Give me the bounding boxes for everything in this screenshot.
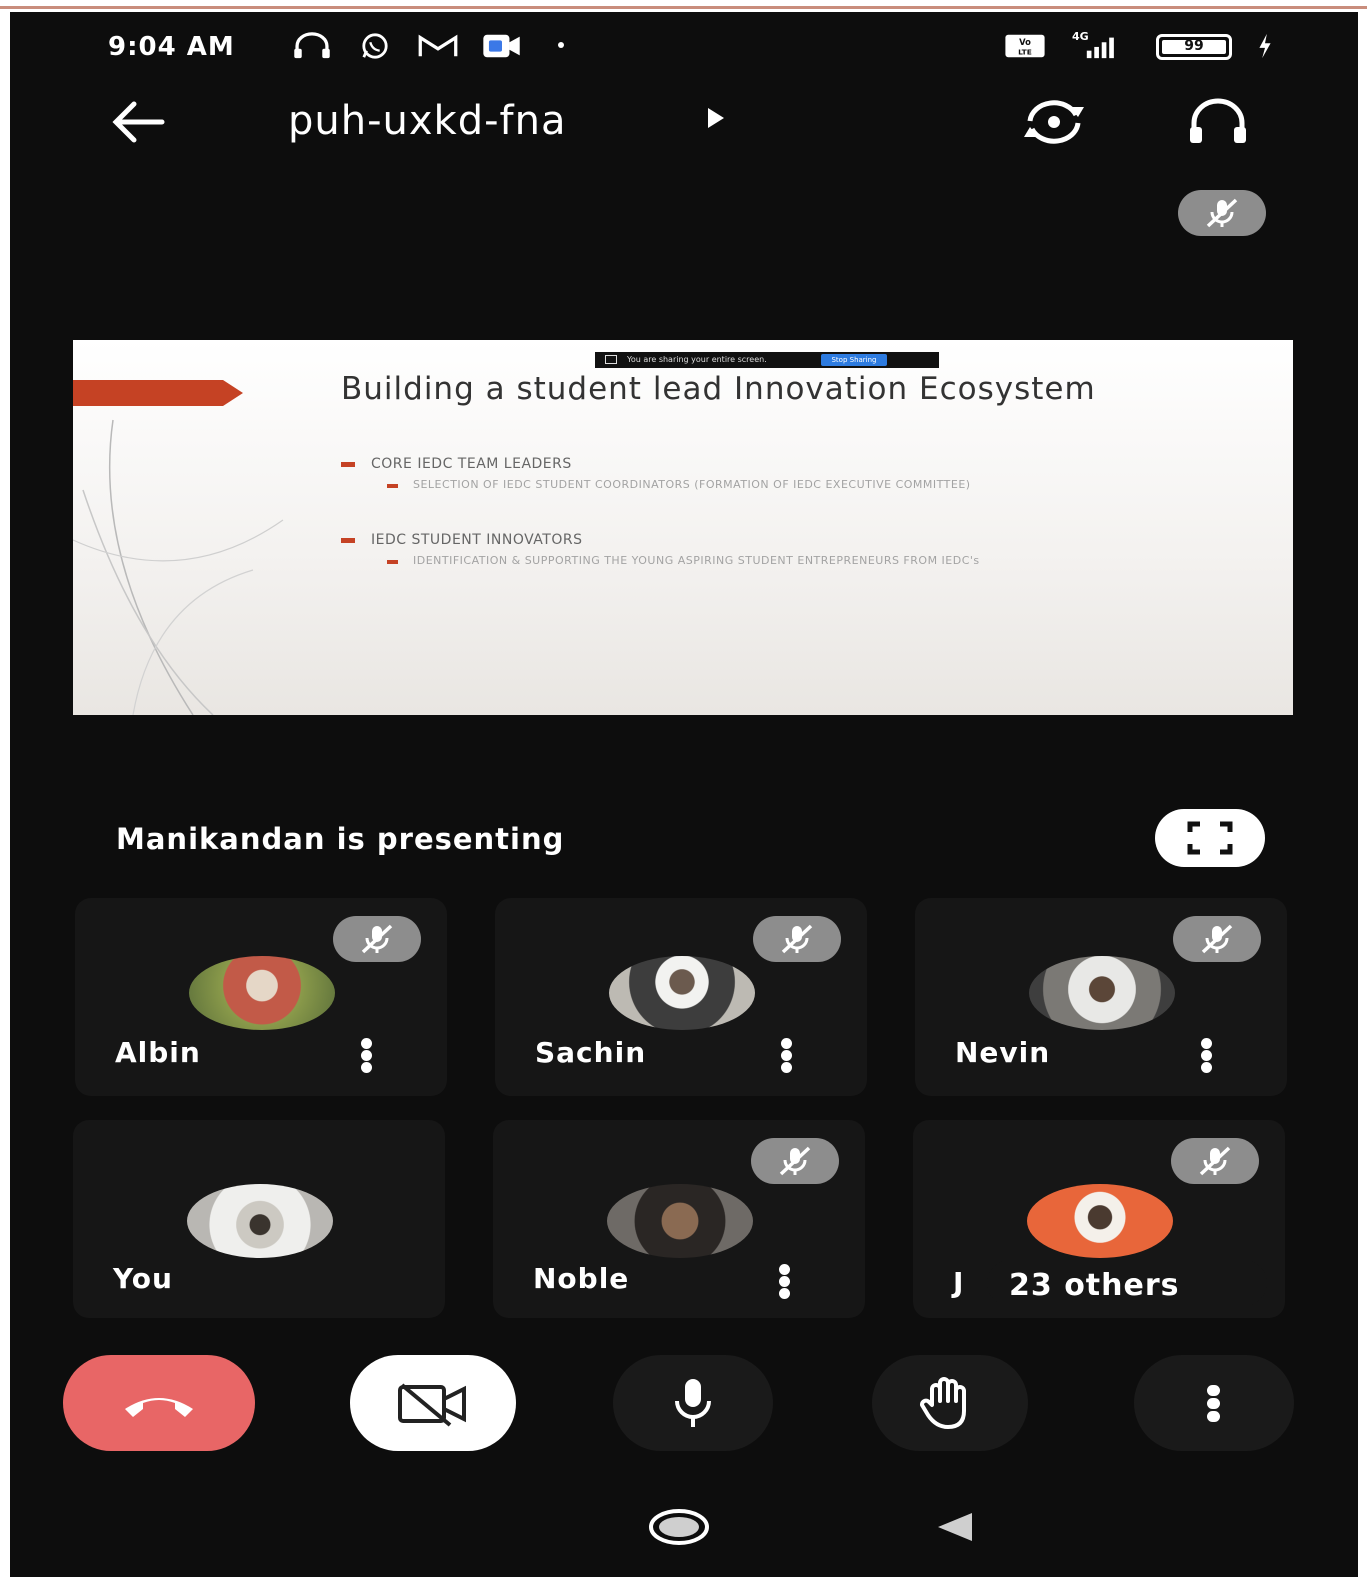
avatar [187,1184,333,1258]
more-options-icon[interactable] [781,1038,795,1074]
notification-dot [558,42,564,48]
whatsapp-icon [362,33,388,59]
switch-camera-icon[interactable] [1016,97,1092,147]
participant-name: J [953,1266,965,1299]
status-bar: 9:04 AM Vo LTE 4G 99 [10,12,1358,82]
avatar [189,956,335,1030]
sub-bullet-marker [387,484,398,488]
raise-hand-icon [920,1377,966,1429]
status-time: 9:04 AM [108,32,235,62]
signal-icon [1086,37,1114,59]
battery-icon: 99 [1156,34,1232,60]
presenting-label: Manikandan is presenting [116,822,565,856]
end-call-button[interactable] [63,1355,255,1451]
mic-off-icon [1199,1146,1231,1176]
svg-text:LTE: LTE [1018,47,1032,56]
avatar [609,956,755,1030]
top-border [0,0,1367,12]
microphone-icon [675,1379,711,1427]
participant-tile-self[interactable]: You [73,1120,445,1318]
meet-app-icon [483,34,520,58]
meeting-info-arrow-icon[interactable] [708,108,724,128]
hang-up-icon [125,1398,193,1417]
microphone-button[interactable] [613,1355,773,1451]
slide-accent-tag [73,380,243,406]
mic-off-icon [1206,198,1238,228]
camera-off-icon [398,1383,466,1427]
presentation-slide: You are sharing your entire screen. Stop… [73,340,1293,715]
slide-bullet: CORE IEDC TEAM LEADERS [371,456,572,472]
bullet-marker [341,462,355,467]
back-nav-icon[interactable] [930,1507,980,1547]
avatar [1027,1184,1173,1258]
participant-name: You [113,1262,173,1295]
svg-text:Vo: Vo [1019,37,1031,47]
gmail-icon [418,34,458,57]
participant-tile-others[interactable]: J 23 others [913,1120,1285,1318]
battery-level: 99 [1184,38,1204,54]
raise-hand-button[interactable] [872,1355,1028,1451]
presenter-muted-badge [1178,190,1266,236]
more-options-icon[interactable] [1201,1038,1215,1074]
muted-badge [1171,1138,1259,1184]
participant-tile[interactable]: Albin [75,898,447,1096]
participant-tile[interactable]: Nevin [915,898,1287,1096]
slide-sub-bullet: SELECTION OF IEDC STUDENT COORDINATORS (… [413,478,971,491]
mic-off-icon [781,924,813,954]
audio-output-headset-icon[interactable] [1180,97,1256,147]
headset-status-icon [294,32,330,59]
muted-badge [333,916,421,962]
avatar [607,1184,753,1258]
slide-sub-bullet: IDENTIFICATION & SUPPORTING THE YOUNG AS… [413,554,980,567]
participant-name: Sachin [535,1036,647,1069]
meeting-code-title[interactable]: puh-uxkd-fna [288,98,566,144]
participant-tile[interactable]: Noble [493,1120,865,1318]
camera-toggle-button[interactable] [350,1355,516,1451]
more-options-icon[interactable] [779,1264,793,1300]
more-vert-icon [1207,1385,1220,1422]
slide-bullet: IEDC STUDENT INNOVATORS [371,532,583,548]
more-options-icon[interactable] [361,1038,375,1074]
sub-bullet-marker [387,560,398,564]
meet-screen: 9:04 AM Vo LTE 4G 99 puh-uxkd-fna You ar… [10,12,1358,1577]
muted-badge [751,1138,839,1184]
slide-title: Building a student lead Innovation Ecosy… [341,371,1096,407]
others-count: 23 others [1009,1268,1180,1303]
participant-tile[interactable]: Sachin [495,898,867,1096]
volte-icon: Vo LTE [1005,34,1045,58]
mic-off-icon [361,924,393,954]
mic-off-icon [779,1146,811,1176]
participant-name: Nevin [955,1036,1051,1069]
muted-badge [1173,916,1261,962]
fullscreen-button[interactable] [1155,809,1265,867]
back-arrow-icon[interactable] [108,97,168,147]
muted-badge [753,916,841,962]
screen-share-bar: You are sharing your entire screen. Stop… [595,352,939,368]
charging-icon [1259,33,1271,59]
home-nav-icon[interactable] [646,1507,712,1547]
more-options-button[interactable] [1134,1355,1294,1451]
fullscreen-icon [1187,821,1233,855]
avatar [1029,956,1175,1030]
participant-name: Noble [533,1262,630,1295]
bullet-marker [341,538,355,543]
participant-name: Albin [115,1036,201,1069]
mic-off-icon [1201,924,1233,954]
